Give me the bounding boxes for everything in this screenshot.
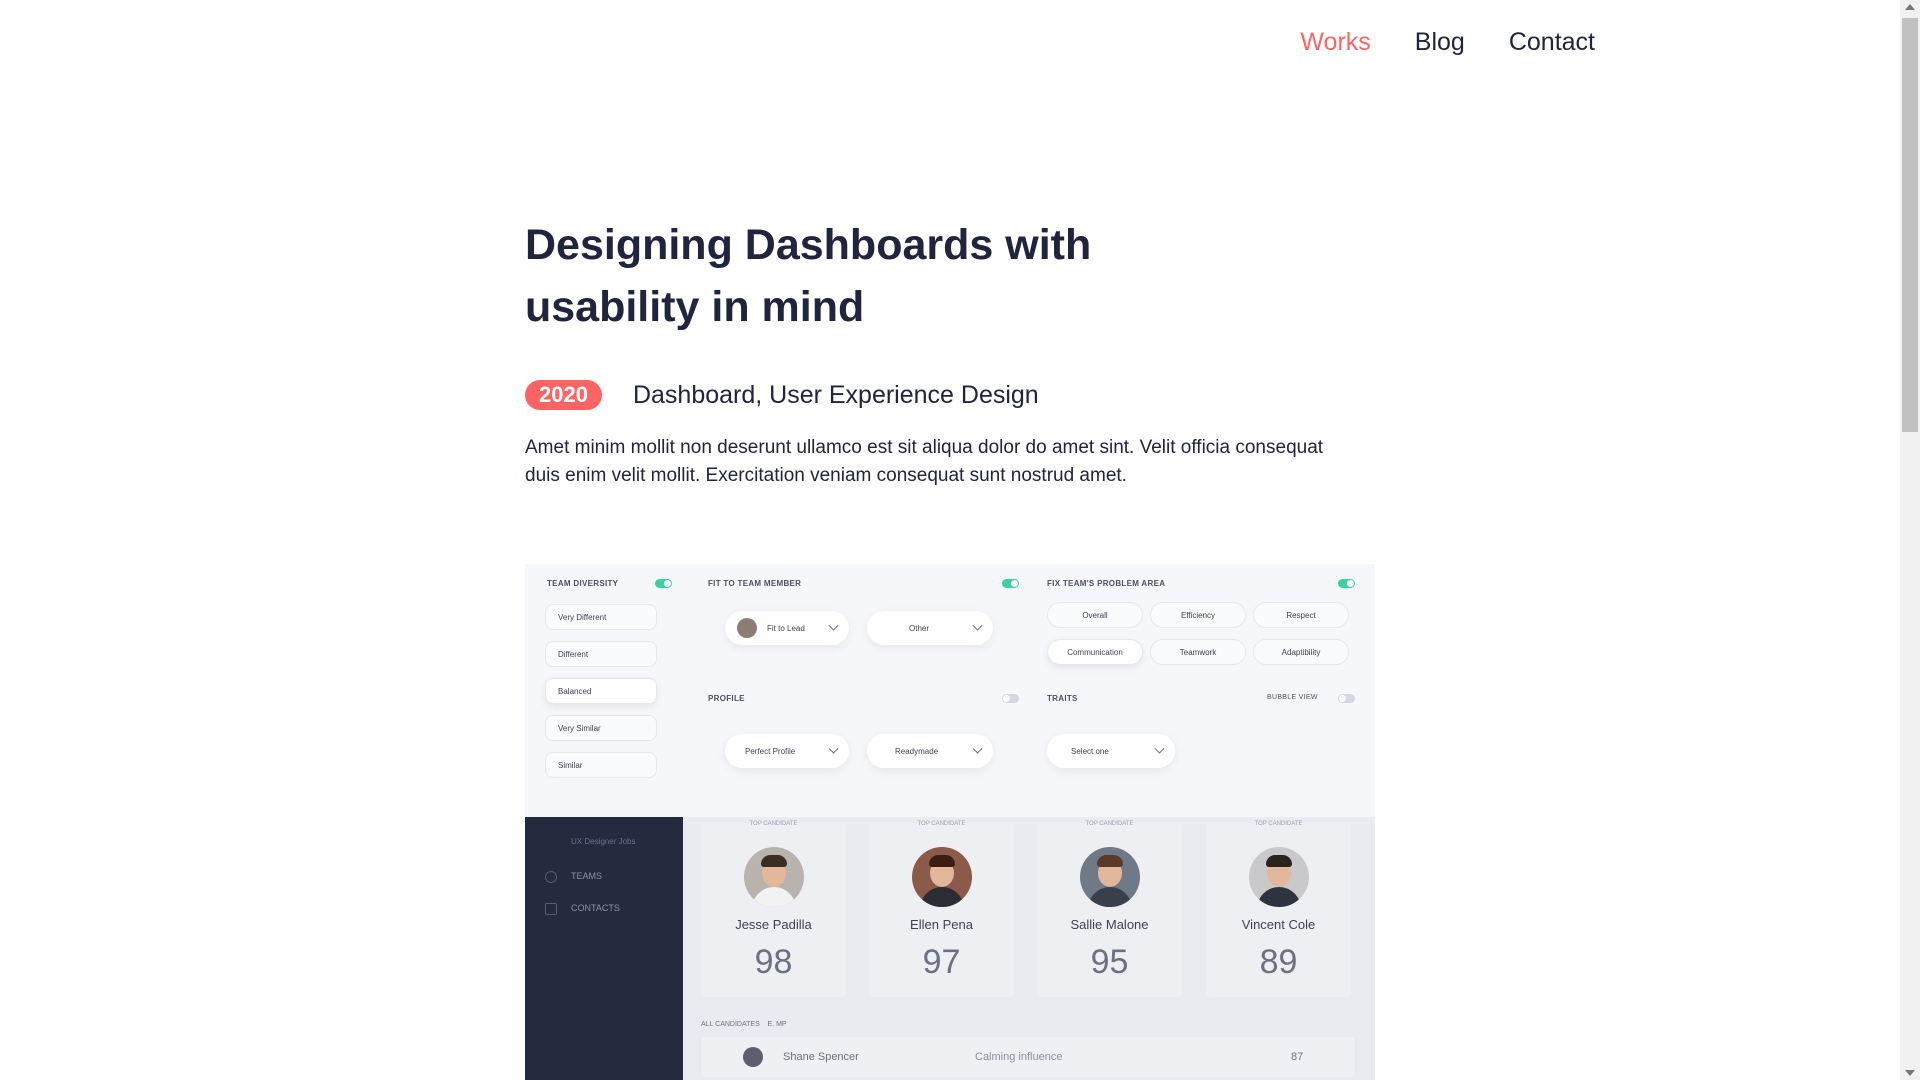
title-line-2: usability in mind: [525, 283, 865, 331]
chevron-down-icon: [972, 620, 983, 631]
dropdown-label: Readymade: [895, 746, 939, 756]
candidate-card: TOP CANDIDATE Sallie Malone 95: [1037, 821, 1182, 997]
chevron-down-icon: [828, 620, 839, 631]
card-caption: TOP CANDIDATE: [1085, 821, 1134, 827]
filters-panel: TEAM DIVERSITY Very Different Different …: [525, 564, 1375, 817]
candidate-name: Vincent Cole: [1241, 917, 1316, 932]
avatar: [1248, 847, 1309, 907]
article-meta: 2020 Dashboard, User Experience Design: [525, 380, 1385, 410]
dropdown-label: Fit to Lead: [767, 623, 805, 633]
problem-chip-selected: Communication: [1047, 639, 1143, 665]
nav-contact-link[interactable]: Contact: [1509, 28, 1595, 57]
top-nav: Works Blog Contact: [1300, 28, 1595, 57]
diversity-option: Very Similar: [545, 715, 657, 741]
chevron-down-icon: [1154, 743, 1165, 754]
dashboard-sidebar: UX Designer Jobs TEAMS CONTACTS: [525, 817, 683, 1080]
scrollbar-thumb[interactable]: [1902, 18, 1918, 432]
all-candidates-text: ALL CANDIDATES: [701, 1021, 760, 1028]
page-scrollbar[interactable]: [1900, 0, 1920, 1080]
nav-works-link[interactable]: Works: [1300, 28, 1370, 57]
dropdown-label: Other: [909, 623, 930, 633]
page-title: Designing Dashboards with usability in m…: [525, 214, 1385, 338]
problem-chip: Respect: [1253, 602, 1349, 628]
problem-chip: Adaptibility: [1253, 639, 1349, 665]
fit-to-team-toggle: [1002, 579, 1019, 588]
candidate-score: 95: [1090, 943, 1129, 981]
description: Amet minim mollit non deserunt ullamco e…: [525, 437, 1324, 486]
candidate-score: 97: [922, 943, 961, 981]
candidate-card: TOP CANDIDATE Ellen Pena 97: [869, 821, 1014, 997]
dropdown-label: Select one: [1071, 746, 1109, 756]
candidate-card: TOP CANDIDATE Vincent Cole 89: [1206, 821, 1351, 997]
scroll-up-arrow-icon[interactable]: [1905, 4, 1915, 10]
profile-title: PROFILE: [708, 694, 745, 703]
candidate-name: Sallie Malone: [1070, 917, 1149, 932]
card-caption: TOP CANDIDATE: [1254, 821, 1303, 827]
avatar: [737, 618, 757, 638]
row-trait: Calming influence: [975, 1051, 1063, 1063]
nav-blog-link[interactable]: Blog: [1415, 28, 1465, 57]
table-row: Shane Spencer Calming influence 87: [701, 1037, 1355, 1077]
traits-dropdown: Select one: [1047, 734, 1175, 768]
card-caption: TOP CANDIDATE: [749, 821, 798, 827]
diversity-option: Very Different: [545, 604, 657, 630]
row-name: Shane Spencer: [783, 1051, 859, 1063]
year-badge: 2020: [525, 380, 602, 410]
fit-to-team-title: FIT TO TEAM MEMBER: [708, 579, 802, 588]
avatar: [743, 1047, 763, 1067]
scroll-down-arrow-icon[interactable]: [1905, 1070, 1915, 1076]
categories: Dashboard, User Experience Design: [632, 380, 1039, 409]
all-candidates-filter: E. MP: [767, 1021, 787, 1028]
problem-chip: Efficiency: [1150, 602, 1246, 628]
candidates-area: UX Designer Jobs TEAMS CONTACTS TOP CAND…: [525, 817, 1375, 1080]
team-diversity-toggle: [655, 579, 672, 588]
problem-area-title: FIX TEAM'S PROBLEM AREA: [1047, 579, 1166, 588]
teams-icon: [545, 871, 557, 883]
card-caption: TOP CANDIDATE: [917, 821, 966, 827]
all-candidates-label: ALL CANDIDATES E. MP: [701, 1021, 787, 1028]
dropdown-label: Perfect Profile: [745, 746, 796, 756]
team-diversity-title: TEAM DIVERSITY: [547, 579, 619, 588]
candidate-name: Jesse Padilla: [735, 917, 812, 932]
other-dropdown: Other: [867, 611, 993, 645]
chevron-down-icon: [972, 743, 983, 754]
fit-to-lead-dropdown: Fit to Lead: [725, 611, 849, 645]
diversity-option: Similar: [545, 752, 657, 778]
problem-area-toggle: [1338, 579, 1355, 588]
article: Designing Dashboards with usability in m…: [525, 214, 1385, 509]
sidebar-item-contacts: CONTACTS: [571, 903, 620, 913]
candidate-card: TOP CANDIDATE Jesse Padilla 98: [701, 821, 846, 997]
bubble-view-label: BUBBLE VIEW: [1267, 694, 1318, 701]
title-line-1: Designing Dashboards with: [525, 221, 1092, 269]
candidate-score: 98: [754, 943, 793, 981]
problem-chip: Overall: [1047, 602, 1143, 628]
traits-title: TRAITS: [1047, 694, 1078, 703]
avatar: [1079, 847, 1140, 907]
sidebar-item-teams: TEAMS: [571, 871, 603, 881]
sidebar-item-jobs: UX Designer Jobs: [571, 837, 636, 846]
candidate-name: Ellen Pena: [910, 917, 973, 932]
avatar: [911, 847, 972, 907]
profile-dropdown: Perfect Profile: [725, 734, 849, 768]
profile-toggle: [1002, 694, 1019, 703]
dashboard-preview-image: TEAM DIVERSITY Very Different Different …: [525, 564, 1375, 1080]
diversity-option: Different: [545, 641, 657, 667]
row-score: 87: [1291, 1051, 1304, 1063]
chevron-down-icon: [828, 743, 839, 754]
contacts-icon: [545, 903, 557, 915]
bubble-view-toggle: [1338, 694, 1355, 703]
candidate-score: 89: [1259, 943, 1298, 981]
diversity-option-selected: Balanced: [545, 678, 657, 704]
avatar: [743, 847, 804, 907]
problem-chip: Teamwork: [1150, 639, 1246, 665]
readymade-dropdown: Readymade: [867, 734, 993, 768]
